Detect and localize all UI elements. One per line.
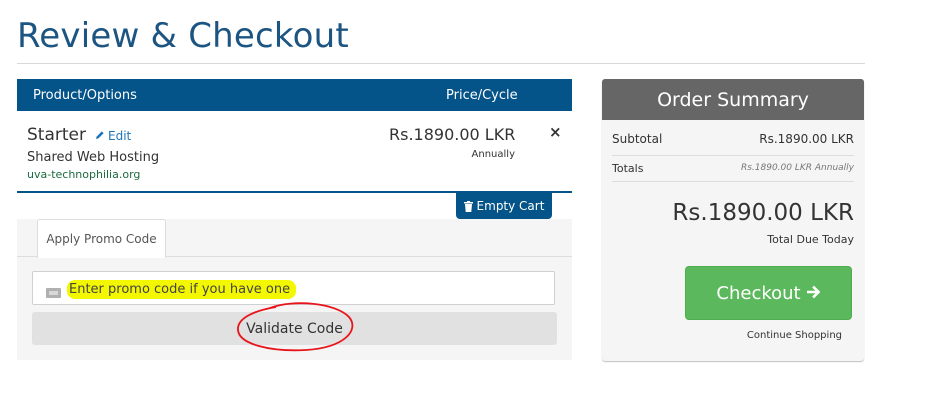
trash-icon <box>463 200 473 212</box>
item-billing-cycle: Annually <box>471 149 515 160</box>
arrow-right-icon <box>806 283 821 304</box>
item-price: Rs.1890.00 LKR <box>389 125 516 144</box>
close-icon[interactable]: × <box>549 123 562 141</box>
empty-cart-label: Empty Cart <box>476 199 545 213</box>
continue-shopping-link[interactable]: Continue Shopping <box>747 330 842 341</box>
promo-code-input[interactable]: Enter promo code if you have one <box>32 271 555 305</box>
totals-value: Rs.1890.00 LKR Annually <box>740 163 854 173</box>
edit-label: Edit <box>108 129 132 143</box>
total-due-label: Total Due Today <box>767 233 854 246</box>
pencil-icon <box>95 129 105 143</box>
totals-label: Totals <box>612 162 644 175</box>
promo-panel: Apply Promo Code Enter promo code if you… <box>17 219 572 360</box>
subtotal-value: Rs.1890.00 LKR <box>759 132 854 146</box>
page-title: Review & Checkout <box>17 16 349 56</box>
product-group: Shared Web Hosting <box>27 150 160 165</box>
product-domain: uva-technophilia.org <box>27 168 141 181</box>
cart-table-header: Product/Options Price/Cycle <box>17 79 572 111</box>
order-summary-panel: Order Summary Subtotal Rs.1890.00 LKR To… <box>602 79 864 361</box>
checkout-button[interactable]: Checkout <box>685 266 852 320</box>
checkout-label: Checkout <box>716 282 801 304</box>
column-header-product: Product/Options <box>33 88 137 103</box>
cart-item-row: Starter Edit Shared Web Hosting uva-tech… <box>17 111 572 191</box>
empty-cart-button[interactable]: Empty Cart <box>456 193 552 219</box>
product-name: Starter <box>27 125 86 145</box>
summary-divider <box>612 181 854 182</box>
total-due-amount: Rs.1890.00 LKR <box>672 200 854 226</box>
ticket-icon <box>46 283 61 302</box>
title-divider <box>17 63 865 64</box>
summary-divider <box>612 155 854 156</box>
validate-code-button[interactable]: Validate Code <box>32 312 557 345</box>
tab-apply-promo-code[interactable]: Apply Promo Code <box>37 219 166 258</box>
promo-code-placeholder: Enter promo code if you have one <box>67 280 297 299</box>
edit-link[interactable]: Edit <box>95 129 131 143</box>
subtotal-label: Subtotal <box>612 132 663 146</box>
column-header-price: Price/Cycle <box>446 88 518 103</box>
order-summary-heading: Order Summary <box>602 79 864 120</box>
